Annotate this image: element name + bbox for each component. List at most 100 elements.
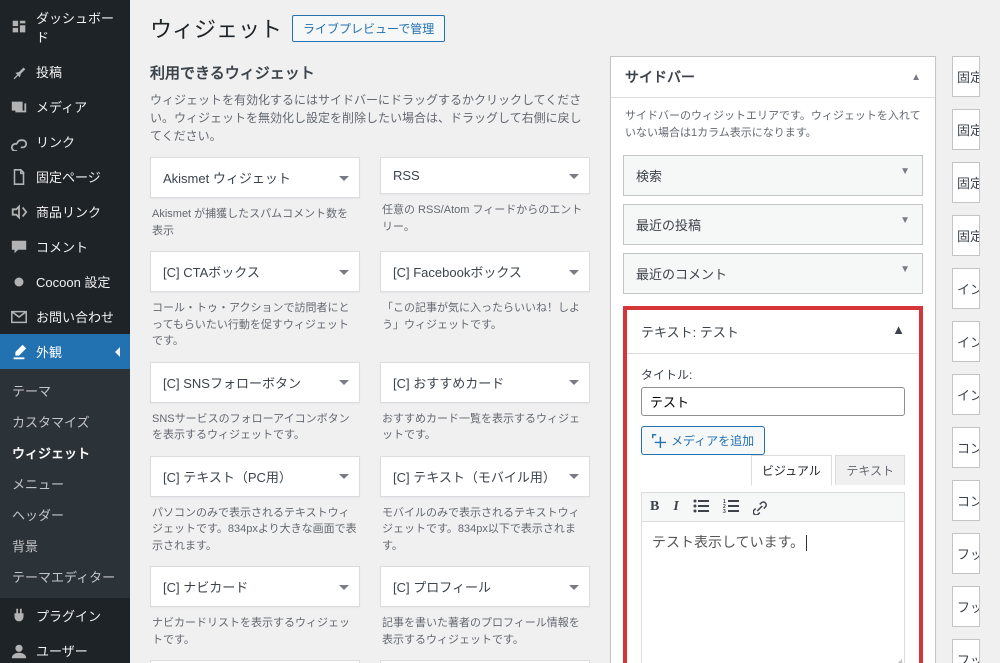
collapsed-area[interactable]: イン	[952, 374, 980, 415]
page-title: ウィジェット	[150, 12, 282, 44]
available-widget[interactable]: [C] CTAボックス	[150, 251, 360, 292]
link-icon[interactable]	[753, 499, 769, 515]
available-widget-desc: コール・トゥ・アクションで訪問者にとってもらいたい行動を促すウィジェットです。	[150, 292, 360, 352]
widget-text-header[interactable]: テキスト: テスト ▲	[627, 310, 919, 354]
svg-text:3: 3	[723, 509, 726, 513]
nav-user[interactable]: ユーザー	[0, 633, 130, 663]
nav-brush[interactable]: 外観	[0, 334, 130, 369]
link-icon	[10, 133, 28, 151]
subnav-item[interactable]: 背景	[0, 530, 130, 561]
nav-media[interactable]: メディア	[0, 89, 130, 124]
available-widget-desc: パソコンのみで表示されるテキストウィジェットです。834pxより大きな画面で表示…	[150, 497, 360, 557]
nav-dashboard[interactable]: ダッシュボード	[0, 0, 130, 54]
editor-toolbar: B I 123	[641, 492, 905, 522]
tab-visual[interactable]: ビジュアル	[751, 455, 832, 486]
dashboard-icon	[10, 18, 28, 36]
available-widgets-heading: 利用できるウィジェット	[150, 62, 590, 83]
content-area: ウィジェット ライブプレビューで管理 利用できるウィジェット ウィジェットを有効…	[130, 0, 1000, 663]
italic-icon[interactable]: I	[673, 499, 678, 515]
nav-share[interactable]: 商品リンク	[0, 194, 130, 229]
add-media-button[interactable]: メディアを追加	[641, 426, 765, 455]
nav-plugin[interactable]: プラグイン	[0, 598, 130, 633]
collapsed-area[interactable]: フッ	[952, 639, 980, 663]
available-widget[interactable]: [C] テキスト（モバイル用）	[380, 456, 590, 497]
widget-area-desc: サイドバーのウィジットエリアです。ウィジェットを入れていない場合は1カラム表示に…	[611, 98, 935, 147]
collapsed-area[interactable]: フッ	[952, 533, 980, 574]
caret-down-icon: ▼	[900, 166, 910, 185]
collapsed-area[interactable]: イン	[952, 321, 980, 362]
available-widget-desc: 任意の RSS/Atom フィードからのエントリー。	[380, 194, 590, 237]
bullet-list-icon[interactable]	[693, 499, 709, 515]
widget-row[interactable]: 最近のコメント▼	[623, 253, 923, 294]
bold-icon[interactable]: B	[650, 499, 659, 515]
available-widget-desc: SNSサービスのフォローアイコンボタンを表示するウィジェットです。	[150, 403, 360, 446]
subnav-item[interactable]: テーマ	[0, 375, 130, 406]
live-preview-button[interactable]: ライブプレビューで管理	[292, 15, 445, 42]
available-widget[interactable]: [C] テキスト（PC用）	[150, 456, 360, 497]
subnav-item[interactable]: メニュー	[0, 468, 130, 499]
collapsed-area[interactable]: 固定	[952, 56, 980, 97]
share-icon	[10, 203, 28, 221]
widget-text-title: テキスト: テスト	[641, 322, 739, 341]
collapsed-area[interactable]: コン	[952, 427, 980, 468]
content-editor[interactable]: テスト表示しています。	[641, 522, 905, 663]
available-widget[interactable]: [C] プロフィール	[380, 566, 590, 607]
page-icon	[10, 168, 28, 186]
comment-icon	[10, 238, 28, 256]
caret-up-icon: ▲	[911, 72, 921, 83]
available-widget[interactable]: Akismet ウィジェット	[150, 157, 360, 198]
nav-comment[interactable]: コメント	[0, 229, 130, 264]
nav-page[interactable]: 固定ページ	[0, 159, 130, 194]
available-widget-desc: 記事を書いた著者のプロフィール情報を表示するウィジェットです。	[380, 607, 590, 650]
highlighted-widget: テキスト: テスト ▲ タイトル: メディアを追加	[623, 306, 923, 663]
available-widgets-column: 利用できるウィジェット ウィジェットを有効化するにはサイドバーにドラッグするかク…	[150, 56, 590, 663]
caret-up-icon: ▲	[892, 322, 905, 341]
mail-icon	[10, 308, 28, 326]
available-widget[interactable]: [C] Facebookボックス	[380, 251, 590, 292]
plugin-icon	[10, 607, 28, 625]
available-widget[interactable]: [C] おすすめカード	[380, 362, 590, 403]
media-icon	[652, 434, 666, 448]
available-widget[interactable]: [C] ナビカード	[150, 566, 360, 607]
widget-row[interactable]: 最近の投稿▼	[623, 204, 923, 245]
widget-area-header[interactable]: サイドバー ▲	[611, 57, 935, 98]
widget-area-title: サイドバー	[625, 67, 695, 87]
available-widget-desc: Akismet が捕獲したスパムコメント数を表示	[150, 198, 360, 241]
dot-icon	[10, 273, 28, 291]
collapsed-area[interactable]: コン	[952, 480, 980, 521]
collapsed-area[interactable]: 固定	[952, 162, 980, 203]
admin-sidebar: ダッシュボード投稿メディアリンク固定ページ商品リンクコメントCocoon 設定お…	[0, 0, 130, 663]
available-widget-desc: おすすめカード一覧を表示するウィジェットです。	[380, 403, 590, 446]
available-widget[interactable]: [C] SNSフォローボタン	[150, 362, 360, 403]
media-icon	[10, 98, 28, 116]
subnav-item[interactable]: ヘッダー	[0, 499, 130, 530]
nav-link[interactable]: リンク	[0, 124, 130, 159]
collapsed-area[interactable]: 固定	[952, 109, 980, 150]
number-list-icon[interactable]: 123	[723, 499, 739, 515]
subnav-item[interactable]: ウィジェット	[0, 437, 130, 468]
collapsed-area[interactable]: 固定	[952, 215, 980, 256]
collapsed-area[interactable]: イン	[952, 268, 980, 309]
title-label: タイトル:	[641, 366, 905, 383]
title-input[interactable]	[641, 387, 905, 416]
nav-dot[interactable]: Cocoon 設定	[0, 264, 130, 299]
user-icon	[10, 642, 28, 660]
nav-pin[interactable]: 投稿	[0, 54, 130, 89]
caret-down-icon: ▼	[900, 264, 910, 283]
available-widget-desc: ナビカードリストを表示するウィジェットです。	[150, 607, 360, 650]
available-widget-desc: モバイルのみで表示されるテキストウィジェットです。834px以下で表示されます。	[380, 497, 590, 557]
available-widgets-desc: ウィジェットを有効化するにはサイドバーにドラッグするかクリックしてください。ウィ…	[150, 91, 590, 145]
brush-icon	[10, 343, 28, 361]
collapsed-area[interactable]: フッ	[952, 586, 980, 627]
tab-text[interactable]: テキスト	[835, 455, 905, 485]
widget-area-sidebar: サイドバー ▲ サイドバーのウィジットエリアです。ウィジェットを入れていない場合…	[610, 56, 936, 663]
subnav-item[interactable]: カスタマイズ	[0, 406, 130, 437]
pin-icon	[10, 63, 28, 81]
widget-row[interactable]: 検索▼	[623, 155, 923, 196]
subnav-item[interactable]: テーマエディター	[0, 561, 130, 592]
caret-down-icon: ▼	[900, 215, 910, 234]
overflow-areas: 固定固定固定固定インインインコンコンフッフッフッフッ	[952, 56, 980, 663]
nav-mail[interactable]: お問い合わせ	[0, 299, 130, 334]
available-widget[interactable]: RSS	[380, 157, 590, 194]
available-widget-desc: 「この記事が気に入ったらいいね！しよう」ウィジェットです。	[380, 292, 590, 335]
